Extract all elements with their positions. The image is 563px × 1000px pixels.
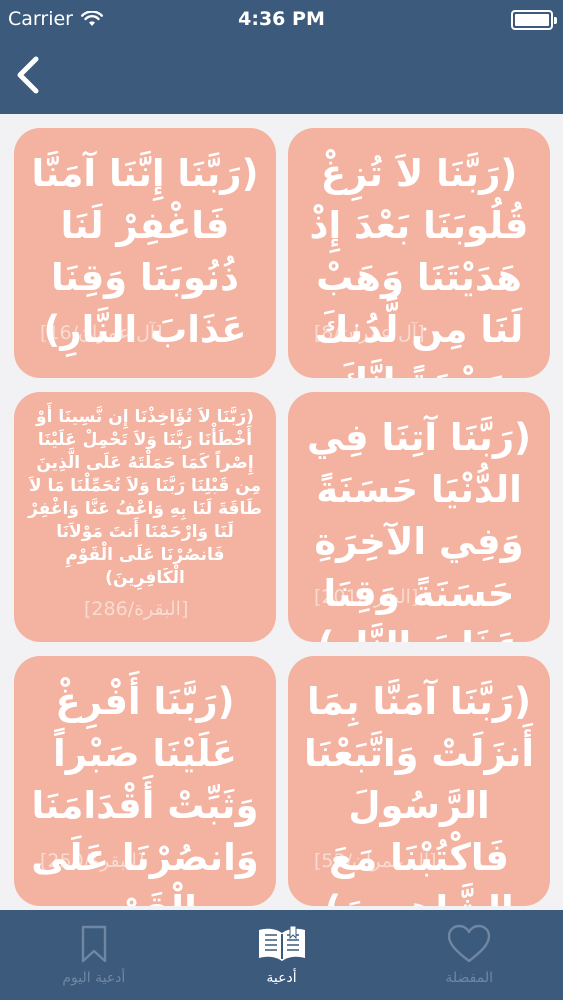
back-button[interactable] [8,50,48,100]
book-icon [258,925,305,961]
dua-text: (رَبَّنَا أَفْرِغْ عَلَيْنَا صَبْراً وَث… [31,680,259,906]
chevron-left-icon [17,56,39,94]
tab-label: أدعية اليوم [62,970,126,986]
tab-label: المفضلة [445,970,493,986]
tab-favorites[interactable]: المفضلة [375,910,563,1000]
battery-icon [511,10,557,30]
dua-card[interactable]: (رَبَّنَا إِنَّنَا آمَنَّا فَاغْفِرْ لَن… [14,128,276,378]
heart-icon [447,924,491,963]
tab-duas[interactable]: أدعية [188,910,376,1000]
status-time: 4:36 PM [238,8,325,30]
tab-daily-duas[interactable]: أدعية اليوم [0,910,188,1000]
dua-card[interactable]: (رَبَّنَا لاَ تُزِغْ قُلُوبَنَا بَعْدَ إ… [288,128,550,378]
bookmark-icon [81,925,107,963]
dua-text: (رَبَّنَا لاَ تُزِغْ قُلُوبَنَا بَعْدَ إ… [309,152,529,378]
dua-text: (رَبَّنَا إِنَّنَا آمَنَّا فَاغْفِرْ لَن… [31,152,259,351]
dua-text: (رَبَّنَا لاَ تُؤَاخِذْنَا إِن نَّسِينَا… [28,407,262,588]
navigation-header: Carrier 4:36 PM [0,0,563,114]
status-bar: Carrier 4:36 PM [0,0,563,40]
dua-card[interactable]: (رَبَّنَا أَفْرِغْ عَلَيْنَا صَبْراً وَث… [14,656,276,906]
dua-card[interactable]: (رَبَّنَا آمَنَّا بِمَا أَنزَلَتْ وَاتَّ… [288,656,550,906]
tab-label: أدعية [266,970,297,986]
tab-bar: أدعية اليوم أدعية المفضلة [0,910,563,1000]
dua-text: (رَبَّنَا آمَنَّا بِمَا أَنزَلَتْ وَاتَّ… [303,680,535,906]
dua-card[interactable]: (رَبَّنَا آتِنَا فِي الدُّنْيَا حَسَنَةً… [288,392,550,642]
dua-reference: [البقرة/286] [84,598,189,620]
dua-text: (رَبَّنَا آتِنَا فِي الدُّنْيَا حَسَنَةً… [306,416,532,642]
dua-card[interactable]: (رَبَّنَا لاَ تُؤَاخِذْنَا إِن نَّسِينَا… [14,392,276,642]
dua-grid: (رَبَّنَا لاَ تُزِغْ قُلُوبَنَا بَعْدَ إ… [0,114,563,910]
